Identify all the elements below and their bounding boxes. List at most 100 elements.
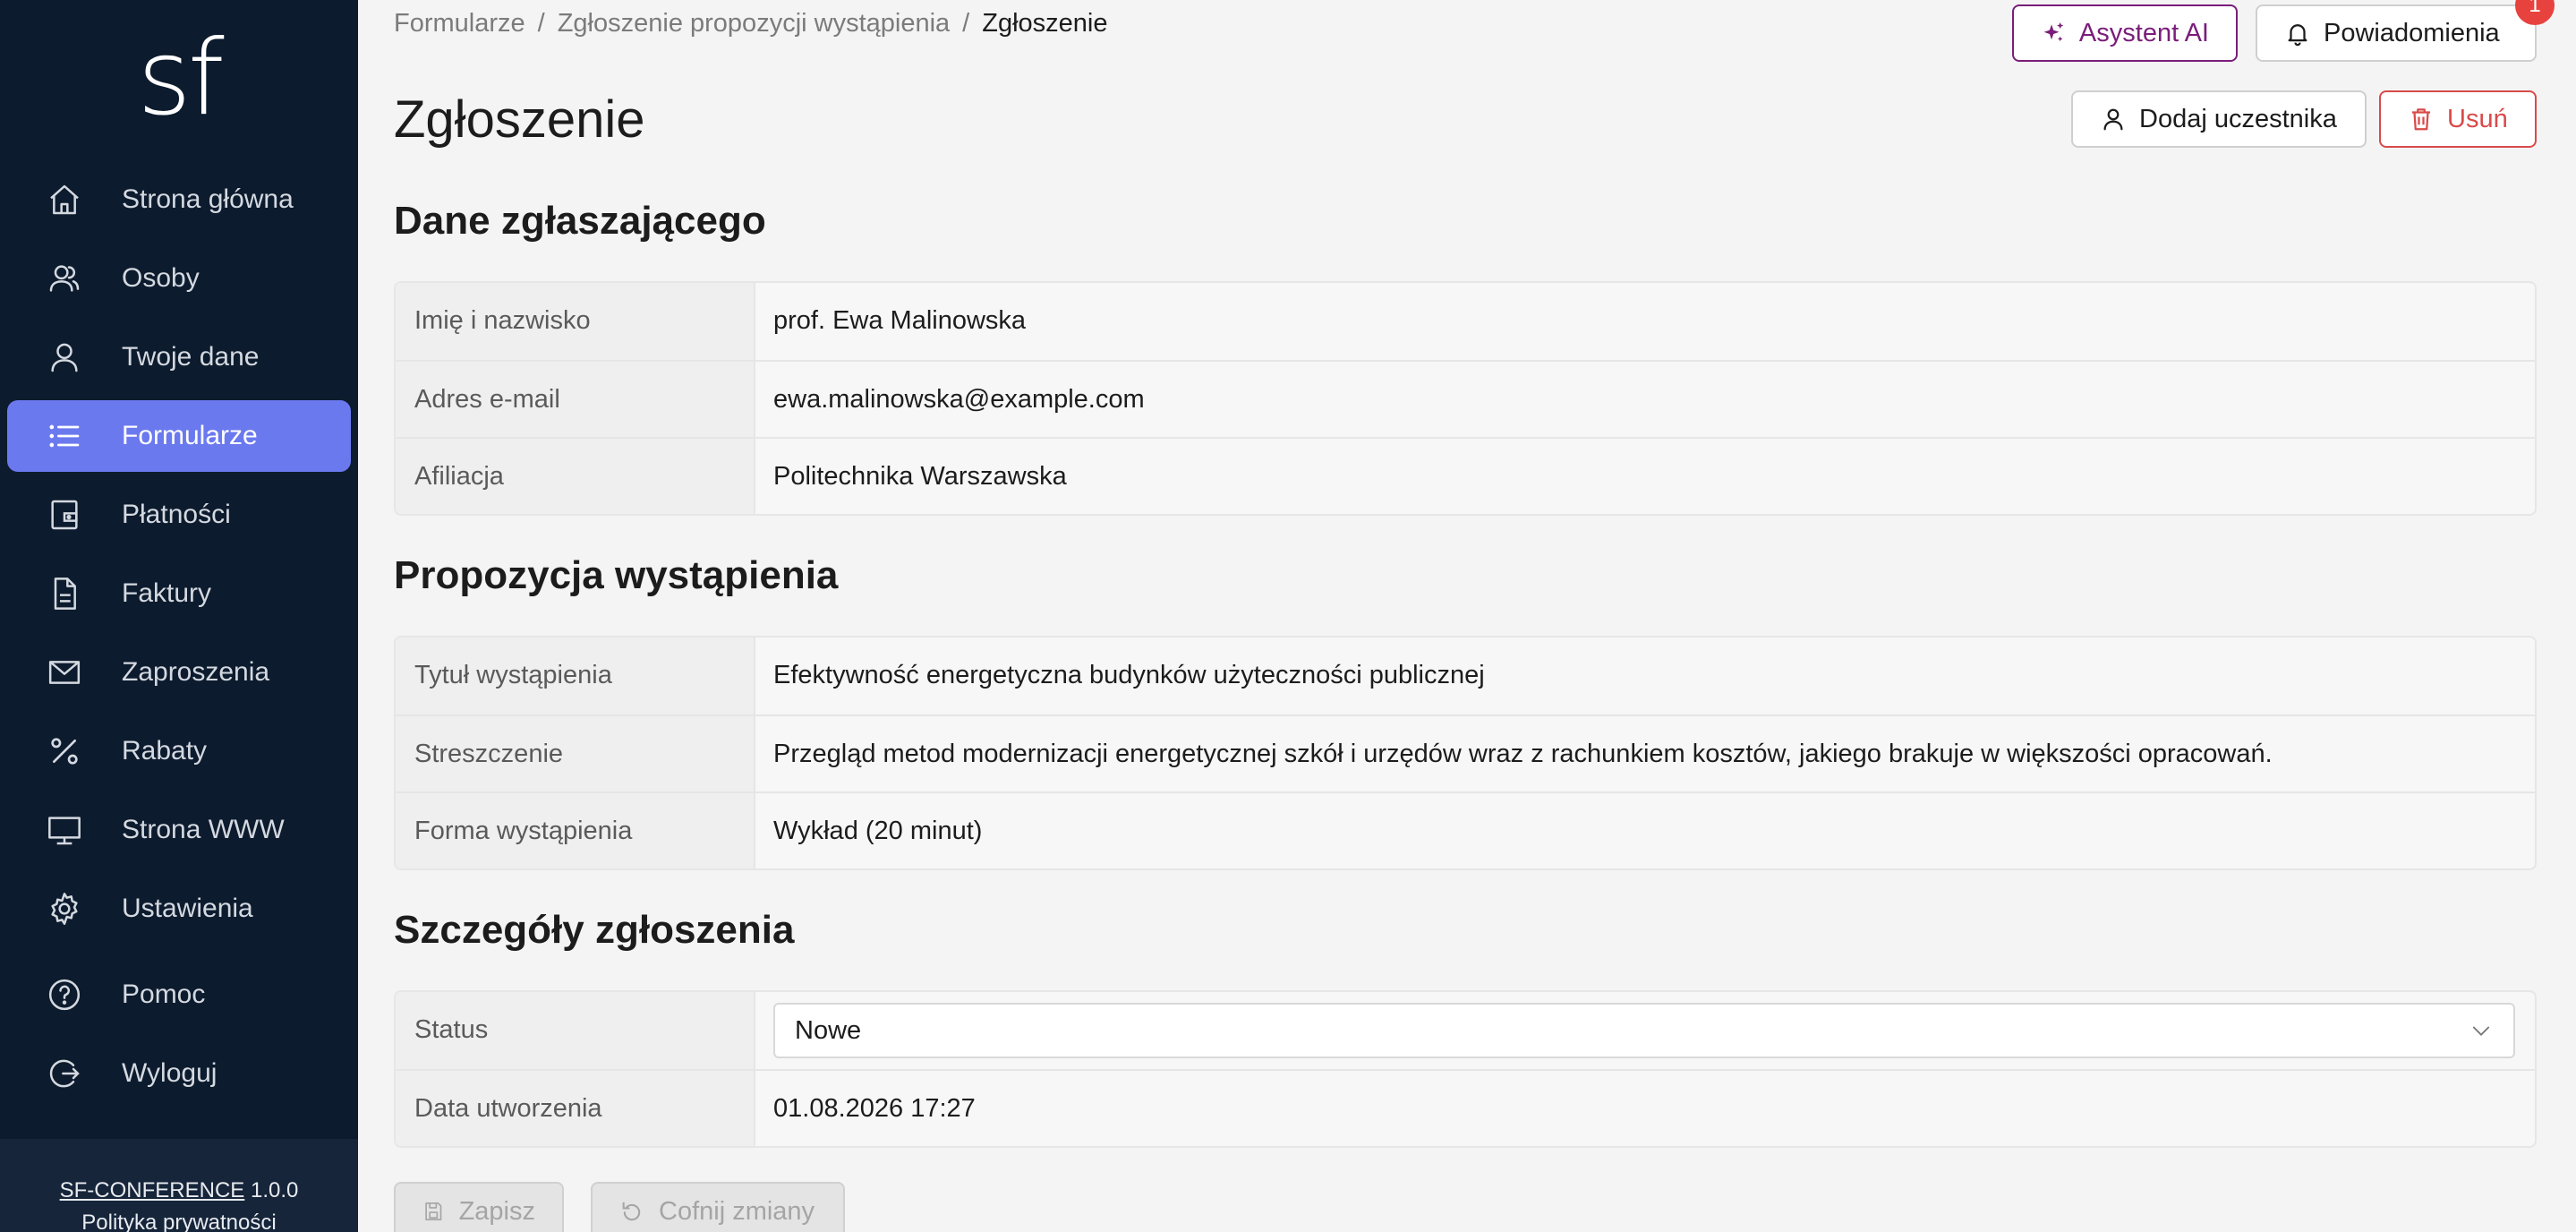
sidebar-item-forms[interactable]: Formularze (7, 400, 351, 472)
logout-icon (47, 1056, 82, 1091)
sidebar-item-label: Formularze (122, 421, 258, 450)
section-title-details: Szczegóły zgłoszenia (394, 908, 795, 952)
table-row: Tytuł wystąpienia Efektywność energetycz… (396, 637, 2535, 714)
add-participant-label: Dodaj uczestnika (2139, 104, 2337, 133)
sidebar-item-label: Strona WWW (122, 815, 285, 844)
add-participant-button[interactable]: Dodaj uczestnika (2071, 90, 2367, 148)
ai-assistant-button[interactable]: Asystent AI (2012, 4, 2238, 62)
sidebar-item-label: Pomoc (122, 980, 206, 1009)
sidebar-item-invoices[interactable]: Faktury (7, 558, 351, 629)
breadcrumb-forms[interactable]: Formularze (394, 9, 525, 38)
app-logo[interactable]: sf (0, 25, 358, 133)
list-icon (47, 418, 82, 454)
user-icon (2103, 108, 2123, 131)
app-name-link[interactable]: SF-CONFERENCE (60, 1178, 245, 1202)
page-title: Zgłoszenie (394, 90, 645, 149)
table-row: Adres e-mail ewa.malinowska@example.com (396, 360, 2535, 437)
chevron-down-icon (2472, 1026, 2490, 1036)
sidebar-item-payments[interactable]: Płatności (7, 479, 351, 551)
row-value: Przegląd metod modernizacji energetyczne… (773, 740, 2273, 768)
sidebar-item-your-data[interactable]: Twoje dane (7, 321, 351, 393)
sidebar-item-label: Rabaty (122, 736, 208, 766)
row-label: Tytuł wystąpienia (396, 637, 755, 714)
breadcrumb-form-proposal[interactable]: Zgłoszenie propozycji wystąpienia (558, 9, 950, 38)
sidebar-item-discounts[interactable]: Rabaty (7, 715, 351, 787)
table-row: Forma wystąpienia Wykład (20 minut) (396, 791, 2535, 868)
sidebar-item-help[interactable]: Pomoc (7, 959, 351, 1031)
ai-assistant-label: Asystent AI (2078, 18, 2209, 47)
mail-icon (47, 654, 82, 690)
row-label: Adres e-mail (396, 362, 755, 437)
table-row: Data utworzenia 01.08.2026 17:27 (396, 1069, 2535, 1146)
row-value: Efektywność energetyczna budynków użytec… (773, 661, 1485, 689)
row-label: Forma wystąpienia (396, 793, 755, 868)
breadcrumb: Formularze / Zgłoszenie propozycji wystąpi… (394, 9, 1107, 38)
save-label: Zapisz (458, 1196, 535, 1226)
row-value: 01.08.2026 17:27 (773, 1094, 976, 1123)
row-value: Politechnika Warszawska (773, 462, 1067, 491)
sidebar-item-label: Zaproszenia (122, 657, 270, 687)
table-row: Streszczenie Przegląd metod modernizacji… (396, 714, 2535, 791)
sidebar-item-label: Wyloguj (122, 1058, 218, 1088)
revert-button[interactable]: Cofnij zmiany (591, 1182, 845, 1232)
sidebar-item-label: Osoby (122, 263, 200, 293)
sidebar-item-home[interactable]: Strona główna (7, 164, 351, 235)
breadcrumb-separator: / (537, 9, 545, 38)
sidebar-item-people[interactable]: Osoby (7, 243, 351, 314)
sidebar-footer: SF-CONFERENCE 1.0.0 Polityka prywatności (0, 1139, 358, 1232)
trash-icon (2412, 108, 2430, 131)
applicant-table: Imię i nazwisko prof. Ewa Malinowska Adr… (394, 281, 2537, 516)
row-label: Imię i nazwisko (396, 283, 755, 360)
wallet-icon (47, 497, 82, 533)
user-icon (47, 339, 82, 375)
help-icon (47, 977, 82, 1013)
row-label: Streszczenie (396, 716, 755, 791)
save-button[interactable]: Zapisz (394, 1182, 564, 1232)
bell-icon (2288, 24, 2307, 47)
monitor-icon (47, 812, 82, 848)
row-label: Data utworzenia (396, 1071, 755, 1146)
sidebar: sf Strona główna Osoby Twoje dane Formul… (0, 0, 358, 1232)
document-icon (47, 576, 82, 612)
row-label: Status (396, 992, 755, 1069)
sidebar-item-settings[interactable]: Ustawienia (7, 873, 351, 945)
breadcrumb-current: Zgłoszenie (982, 9, 1108, 38)
users-icon (47, 261, 82, 296)
sidebar-item-label: Ustawienia (122, 894, 253, 923)
notifications-label: Powiadomienia (2324, 18, 2500, 47)
breadcrumb-separator: / (962, 9, 970, 38)
undo-icon (622, 1202, 641, 1221)
privacy-policy-link[interactable]: Polityka prywatności (0, 1207, 358, 1232)
sparkles-icon (2043, 21, 2064, 42)
percent-icon (47, 733, 82, 769)
row-value: ewa.malinowska@example.com (773, 385, 1145, 414)
sidebar-item-label: Strona główna (122, 184, 294, 214)
status-selected-value: Nowe (795, 1016, 862, 1045)
sidebar-item-label: Faktury (122, 578, 212, 608)
section-title-applicant: Dane zgłaszającego (394, 199, 766, 243)
app-version: SF-CONFERENCE 1.0.0 (0, 1175, 358, 1207)
delete-label: Usuń (2447, 104, 2508, 133)
section-title-proposal: Propozycja wystąpienia (394, 553, 839, 597)
row-value: Nowe (755, 992, 2535, 1069)
row-value: Wykład (20 minut) (773, 817, 983, 845)
delete-button[interactable]: Usuń (2379, 90, 2537, 148)
sidebar-item-website[interactable]: Strona WWW (7, 794, 351, 866)
sidebar-item-invitations[interactable]: Zaproszenia (7, 637, 351, 708)
revert-label: Cofnij zmiany (659, 1196, 815, 1226)
row-value: prof. Ewa Malinowska (773, 306, 1027, 335)
status-select[interactable]: Nowe (773, 1003, 2515, 1058)
sidebar-item-logout[interactable]: Wyloguj (7, 1038, 351, 1109)
table-row: Imię i nazwisko prof. Ewa Malinowska (396, 283, 2535, 360)
proposal-table: Tytuł wystąpienia Efektywność energetycz… (394, 636, 2537, 870)
table-row: Status Nowe (396, 992, 2535, 1069)
row-label: Afiliacja (396, 439, 755, 514)
sidebar-item-label: Płatności (122, 500, 231, 529)
home-icon (47, 182, 82, 218)
sidebar-item-label: Twoje dane (122, 342, 260, 372)
gear-icon (47, 891, 82, 927)
main-content: Formularze / Zgłoszenie propozycji wystąpi… (358, 0, 2576, 1232)
details-table: Status Nowe Data utworzenia 01.08.2026 1… (394, 990, 2537, 1148)
table-row: Afiliacja Politechnika Warszawska (396, 437, 2535, 514)
notifications-button[interactable]: Powiadomienia (2256, 4, 2537, 62)
